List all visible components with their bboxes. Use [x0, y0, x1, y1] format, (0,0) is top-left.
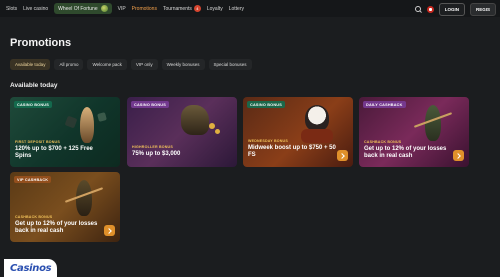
promo-headline: 120% up to $700 + 125 Free Spins: [15, 146, 93, 160]
section-title: Available today: [10, 82, 58, 89]
promo-tag: CASINO BONUS: [131, 101, 169, 108]
nav-item-promotions[interactable]: Promotions: [132, 6, 157, 12]
promo-art-image: [58, 103, 110, 143]
promo-headline: Get up to 12% of your losses back in rea…: [15, 221, 98, 235]
filter-available-today[interactable]: Available today: [10, 59, 51, 70]
filter-special-bonuses[interactable]: Special bonuses: [208, 59, 252, 70]
promo-tag: CASINO BONUS: [14, 101, 52, 108]
promo-kicker: HIGHROLLER BONUS: [132, 145, 173, 149]
promo-kicker: WEDNESDAY BONUS: [248, 139, 288, 143]
nav-item-slots[interactable]: Slots: [6, 6, 17, 12]
promo-kicker: CASHBACK BONUS: [15, 215, 53, 219]
promo-card[interactable]: DAILY CASHBACK CASHBACK BONUS Get up to …: [359, 97, 469, 167]
nav-item-vip[interactable]: VIP: [118, 6, 126, 12]
nav-item-tournaments[interactable]: Tournaments 4: [163, 5, 201, 12]
promo-tag: VIP CASHBACK: [14, 176, 52, 183]
promo-art-image: [291, 103, 343, 143]
promo-tag: DAILY CASHBACK: [363, 101, 406, 108]
main-nav: Slots Live casino Wheel Of Fortune VIP P…: [6, 3, 244, 14]
promo-tag: CASINO BONUS: [247, 101, 285, 108]
promo-art-image: [407, 103, 459, 143]
header-actions: LOGIN REGIS: [414, 3, 496, 16]
nav-item-lottery[interactable]: Lottery: [229, 6, 244, 12]
search-icon[interactable]: [414, 6, 422, 13]
nav-item-wheel-of-fortune[interactable]: Wheel Of Fortune: [54, 3, 112, 14]
watermark-text: Casinos: [10, 262, 52, 274]
wheel-icon: [100, 5, 108, 12]
filter-all-promo[interactable]: All promo: [54, 59, 84, 70]
promo-art-image: [159, 103, 229, 143]
login-button[interactable]: LOGIN: [438, 3, 465, 16]
top-navigation-bar: Slots Live casino Wheel Of Fortune VIP P…: [0, 0, 500, 17]
promo-card[interactable]: CASINO BONUS FIRST DEPOSIT BONUS 120% up…: [10, 97, 120, 167]
filter-vip-only[interactable]: VIP only: [130, 59, 158, 70]
register-button[interactable]: REGIS: [469, 3, 496, 16]
arrow-right-icon[interactable]: [337, 150, 348, 161]
nav-item-loyalty[interactable]: Loyalty: [207, 6, 223, 12]
promo-card[interactable]: CASINO BONUS WEDNESDAY BONUS Midweek boo…: [243, 97, 353, 167]
filter-weekly-bonuses[interactable]: Weekly bonuses: [161, 59, 205, 70]
promo-kicker: CASHBACK BONUS: [364, 140, 402, 144]
promo-card[interactable]: CASINO BONUS HIGHROLLER BONUS 75% up to …: [127, 97, 237, 167]
arrow-right-icon[interactable]: [453, 150, 464, 161]
promo-filter-tabs: Available today All promo Welcome pack V…: [10, 59, 252, 70]
tournaments-label: Tournaments: [162, 6, 192, 12]
tournaments-count-badge: 4: [193, 5, 201, 12]
promo-headline: Midweek boost up to $750 + 50 FS: [248, 145, 336, 159]
promo-kicker: FIRST DEPOSIT BONUS: [15, 140, 60, 144]
page-title: Promotions: [10, 37, 72, 49]
language-flag-icon[interactable]: [426, 6, 434, 13]
nav-item-live-casino[interactable]: Live casino: [23, 6, 48, 12]
watermark-logo: Casinos: [4, 259, 58, 277]
wheel-of-fortune-label: Wheel Of Fortune: [58, 5, 98, 12]
promo-art-image: [58, 178, 110, 218]
arrow-right-icon[interactable]: [104, 225, 115, 236]
promo-headline: 75% up to $3,000: [132, 151, 181, 157]
promo-card[interactable]: VIP CASHBACK CASHBACK BONUS Get up to 12…: [10, 172, 120, 242]
promo-headline: Get up to 12% of your losses back in rea…: [364, 146, 447, 160]
filter-welcome-pack[interactable]: Welcome pack: [87, 59, 127, 70]
